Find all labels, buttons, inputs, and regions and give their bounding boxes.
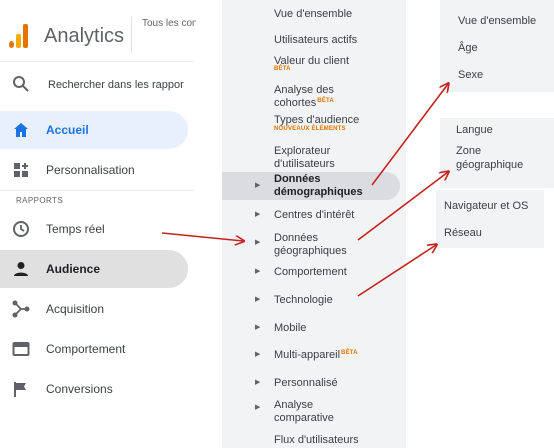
header-divider xyxy=(131,17,132,53)
flyout-item-location-line2[interactable]: géographique xyxy=(456,159,523,171)
sidebar-item-label: Temps réel xyxy=(46,222,105,236)
dashboard-add-icon xyxy=(14,163,28,177)
flag-icon xyxy=(14,382,26,397)
expand-arrow-icon[interactable]: ▶ xyxy=(255,350,260,358)
sidebar-item-label: Acquisition xyxy=(46,302,105,316)
sidebar-item-behavior[interactable]: Comportement xyxy=(0,330,188,368)
sidebar-item-audience[interactable]: Audience xyxy=(0,250,188,288)
person-icon xyxy=(14,262,28,276)
submenu-item-benchmarking-line1[interactable]: Analyse xyxy=(274,399,313,411)
submenu-item-label: cohortes xyxy=(274,97,317,109)
acquisition-icon xyxy=(12,300,30,318)
submenu-item-custom[interactable]: Personnalisé xyxy=(274,377,338,389)
expand-arrow-icon[interactable]: ▶ xyxy=(255,403,260,411)
sidebar-item-customization[interactable]: Personnalisation xyxy=(0,151,188,189)
beta-badge: BÊTA xyxy=(274,66,291,72)
submenu-item-cohort[interactable]: cohortesBÊTA xyxy=(274,97,334,111)
flyout-item-location-line1[interactable]: Zone xyxy=(456,145,481,157)
expand-arrow-icon[interactable]: ▶ xyxy=(255,378,260,386)
search-input[interactable]: Rechercher dans les rappor xyxy=(48,79,188,91)
beta-badge: BÊTA xyxy=(317,98,334,104)
account-selector[interactable]: Tous les con xyxy=(142,18,196,29)
expand-arrow-icon[interactable]: ▶ xyxy=(255,181,260,189)
submenu-item-mobile[interactable]: Mobile xyxy=(274,322,306,334)
submenu-item-overview[interactable]: Vue d'ensemble xyxy=(274,8,352,20)
submenu-item-cohort-line1[interactable]: Analyse des xyxy=(274,84,334,96)
expand-arrow-icon[interactable]: ▶ xyxy=(255,210,260,218)
app-title: Analytics xyxy=(44,25,125,47)
submenu-item-technology[interactable]: Technologie xyxy=(274,294,333,306)
sidebar-item-label: Accueil xyxy=(46,123,89,137)
flyout-item-language[interactable]: Langue xyxy=(456,124,493,136)
expand-arrow-icon[interactable]: ▶ xyxy=(255,238,260,246)
section-divider xyxy=(0,190,194,191)
audience-submenu-items: Vue d'ensemble Utilisateurs actifs Valeu… xyxy=(222,0,406,448)
submenu-item-geo-line2[interactable]: géographiques xyxy=(274,245,347,257)
analytics-logo xyxy=(9,24,29,48)
flyout-item-browser-os[interactable]: Navigateur et OS xyxy=(444,200,528,212)
report-search[interactable]: Rechercher dans les rappor xyxy=(0,64,194,106)
search-icon xyxy=(13,76,29,92)
flyout-item-gender[interactable]: Sexe xyxy=(458,69,483,81)
submenu-item-demographics-line2[interactable]: démographiques xyxy=(274,186,363,198)
submenu-item-users-flow[interactable]: Flux d'utilisateurs xyxy=(274,434,359,446)
submenu-item-geo-line1[interactable]: Données xyxy=(274,232,318,244)
beta-badge: BÊTA xyxy=(341,350,358,356)
expand-arrow-icon[interactable]: ▶ xyxy=(255,323,260,331)
submenu-item-label: Multi-appareil xyxy=(274,349,341,361)
submenu-item-benchmarking-line2[interactable]: comparative xyxy=(274,412,334,424)
header-separator xyxy=(0,61,194,62)
sidebar-item-realtime[interactable]: Temps réel xyxy=(0,210,188,248)
behavior-icon xyxy=(12,342,30,356)
new-items-badge: NOUVEAUX ÉLÉMENTS xyxy=(274,126,346,132)
submenu-item-demographics-line1[interactable]: Données xyxy=(274,173,320,185)
sidebar-item-label: Personnalisation xyxy=(46,163,135,177)
submenu-item-behavior[interactable]: Comportement xyxy=(274,266,347,278)
submenu-item-user-explorer-line2[interactable]: d'utilisateurs xyxy=(274,158,335,170)
sidebar: Analytics Tous les con Rechercher dans l… xyxy=(0,0,196,448)
home-icon xyxy=(14,123,28,137)
geo-flyout: Langue Zone géographique xyxy=(440,118,554,188)
flyout-item-overview[interactable]: Vue d'ensemble xyxy=(458,15,536,27)
sidebar-item-label: Comportement xyxy=(46,342,126,356)
submenu-item-interests[interactable]: Centres d'intérêt xyxy=(274,209,354,221)
sidebar-item-label: Conversions xyxy=(46,382,113,396)
technology-flyout: Navigateur et OS Réseau xyxy=(436,190,544,248)
submenu-item-user-explorer-line1[interactable]: Explorateur xyxy=(274,145,330,157)
sidebar-item-acquisition[interactable]: Acquisition xyxy=(0,290,188,328)
flyout-item-age[interactable]: Âge xyxy=(458,42,478,54)
sidebar-item-label: Audience xyxy=(46,262,101,276)
clock-icon xyxy=(13,221,29,237)
expand-arrow-icon[interactable]: ▶ xyxy=(255,295,260,303)
sidebar-item-conversions[interactable]: Conversions xyxy=(0,370,188,408)
demographics-flyout: Vue d'ensemble Âge Sexe xyxy=(440,0,554,92)
submenu-item-active-users[interactable]: Utilisateurs actifs xyxy=(274,34,357,46)
submenu-item-cross-device[interactable]: Multi-appareilBÊTA xyxy=(274,349,358,363)
submenu-item-audience-types[interactable]: Types d'audience xyxy=(274,114,359,126)
reports-section-label: RAPPORTS xyxy=(16,196,64,205)
expand-arrow-icon[interactable]: ▶ xyxy=(255,267,260,275)
sidebar-item-home[interactable]: Accueil xyxy=(0,111,188,149)
flyout-item-network[interactable]: Réseau xyxy=(444,227,482,239)
